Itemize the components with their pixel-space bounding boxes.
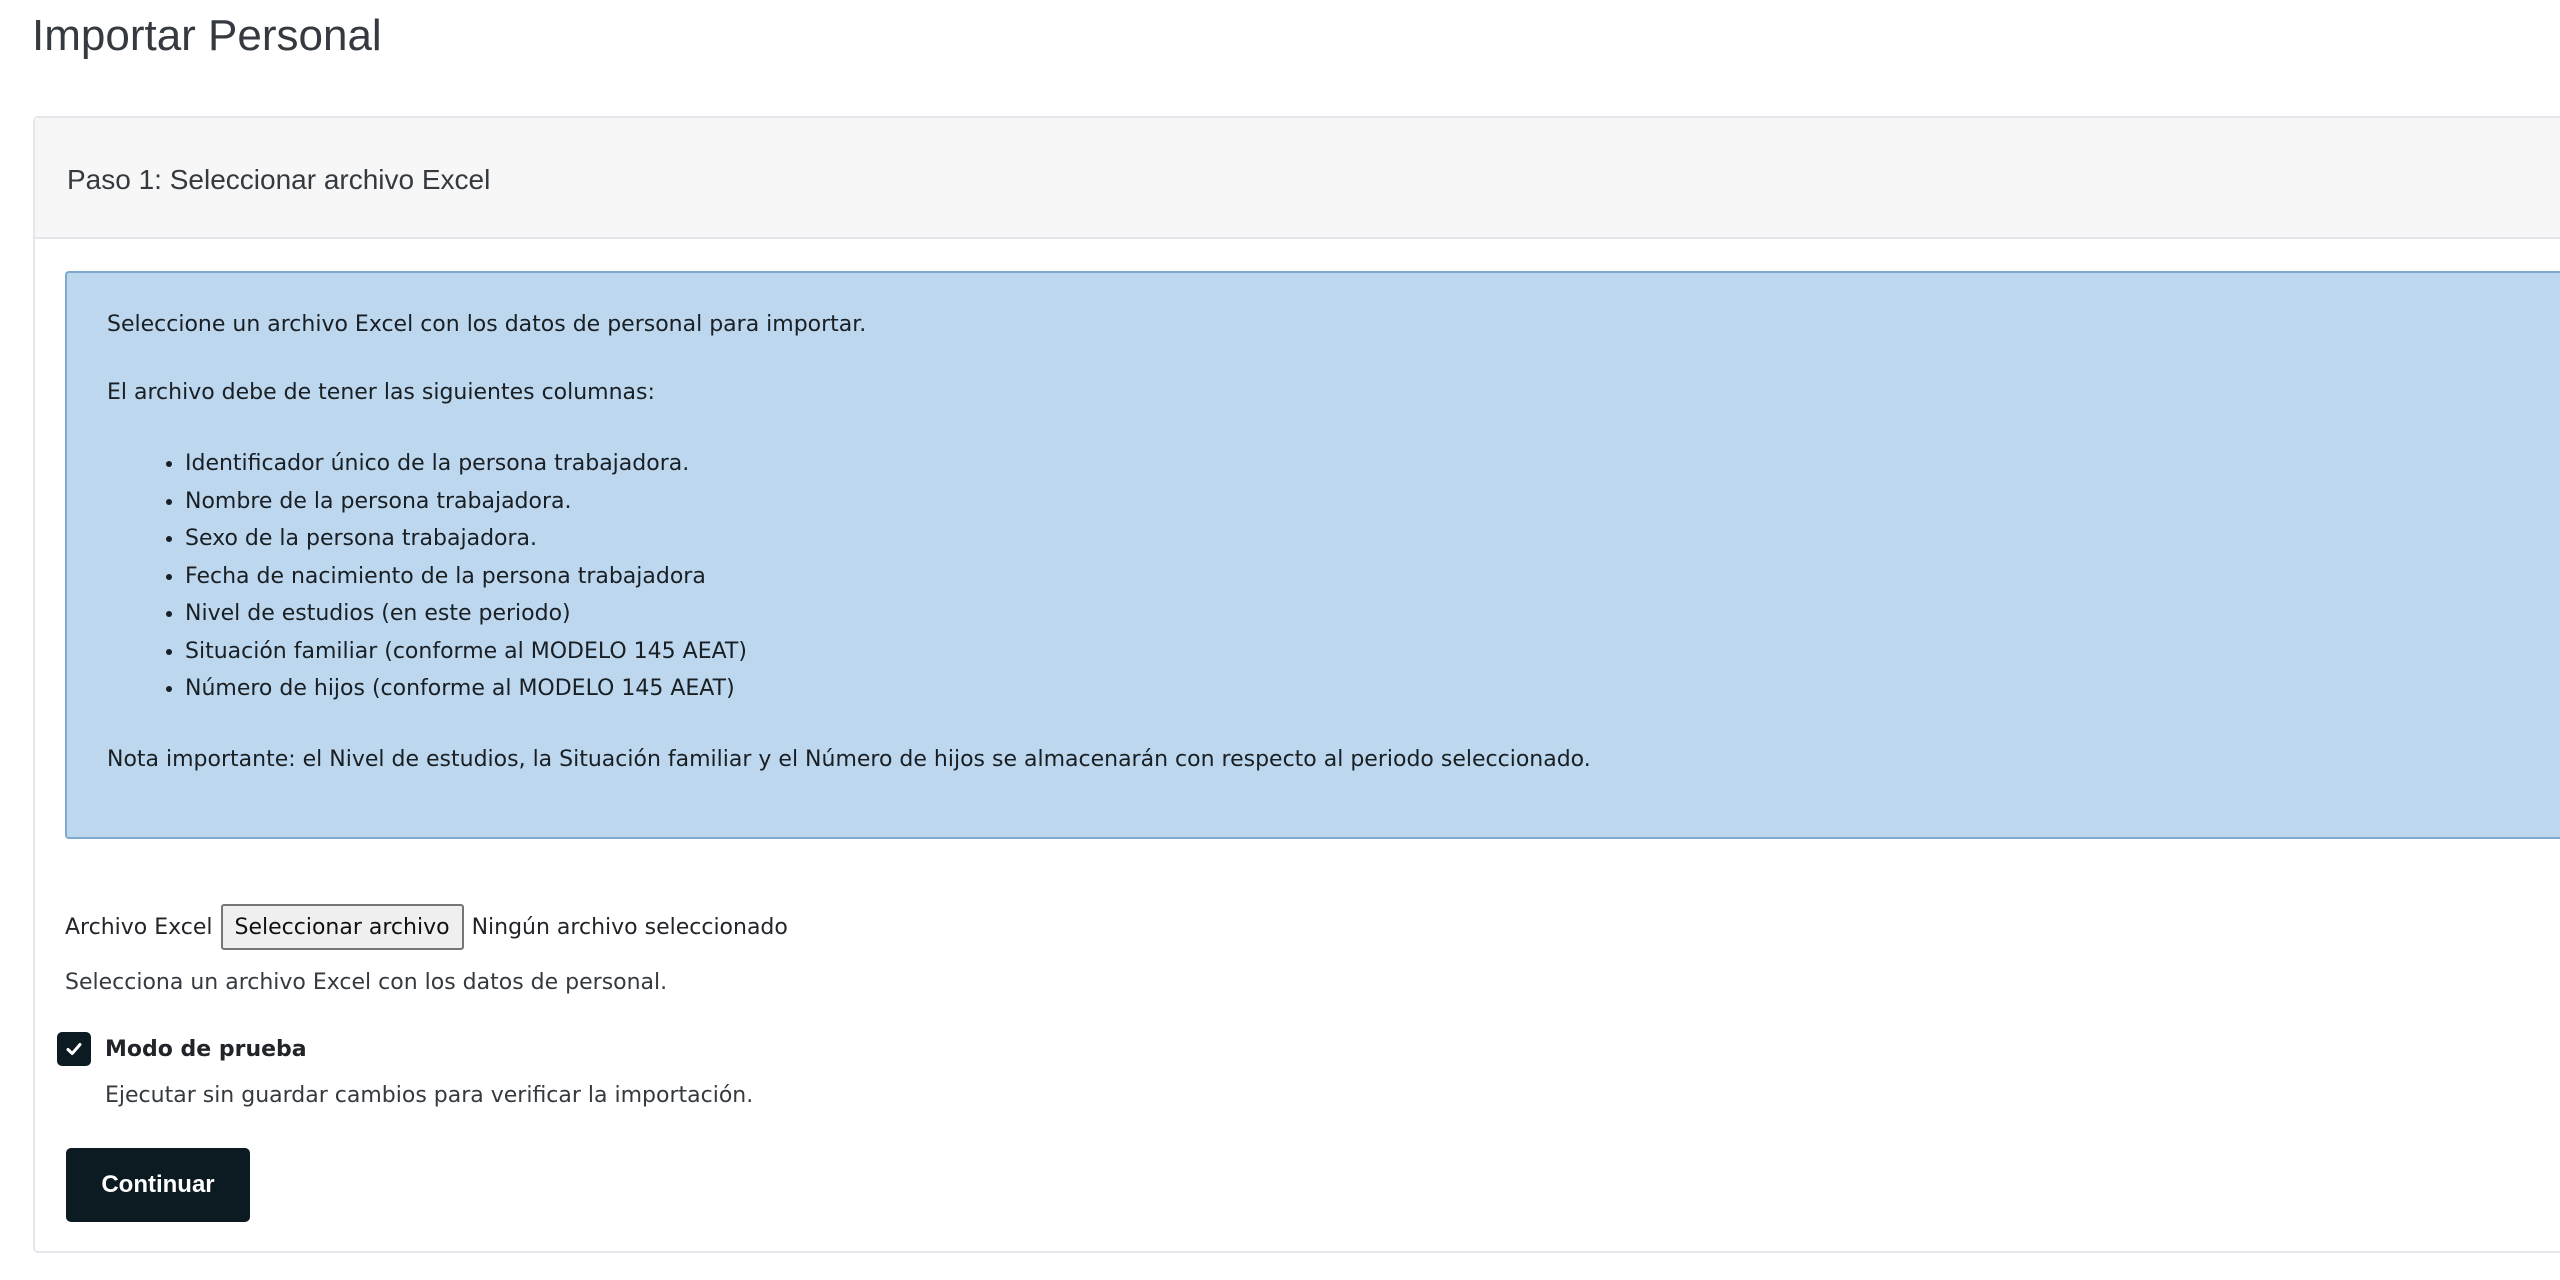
list-item: Número de hijos (conforme al MODELO 145 … (185, 670, 2560, 708)
file-input-label: Archivo Excel (65, 914, 213, 940)
test-mode-help: Ejecutar sin guardar cambios para verifi… (105, 1083, 754, 1108)
alert-intro: Seleccione un archivo Excel con los dato… (107, 312, 867, 337)
import-card: Paso 1: Seleccionar archivo Excel Selecc… (33, 116, 2560, 1253)
list-item: Nivel de estudios (en este periodo) (185, 595, 2560, 633)
required-columns-list: Identificador único de la persona trabaj… (107, 445, 2560, 708)
file-help-text: Selecciona un archivo Excel con los dato… (65, 970, 668, 995)
select-file-button[interactable]: Seleccionar archivo (220, 904, 464, 950)
list-item: Sexo de la persona trabajadora. (185, 520, 2560, 558)
check-icon (66, 1043, 82, 1055)
test-mode-checkbox[interactable] (57, 1032, 91, 1066)
step-title: Paso 1: Seleccionar archivo Excel (67, 163, 491, 195)
list-item: Fecha de nacimiento de la persona trabaj… (185, 558, 2560, 596)
info-alert: Seleccione un archivo Excel con los dato… (65, 271, 2560, 839)
test-mode-row: Modo de prueba (57, 1032, 307, 1066)
file-status-text: Ningún archivo seleccionado (471, 914, 788, 940)
card-header: Paso 1: Seleccionar archivo Excel (35, 118, 2560, 239)
list-item: Nombre de la persona trabajadora. (185, 483, 2560, 521)
test-mode-label: Modo de prueba (105, 1036, 307, 1062)
continue-button[interactable]: Continuar (66, 1148, 250, 1222)
file-input-row: Archivo Excel Seleccionar archivo Ningún… (65, 904, 788, 950)
page-title: Importar Personal (32, 11, 382, 60)
list-item: Identificador único de la persona trabaj… (185, 445, 2560, 483)
alert-columns-title: El archivo debe de tener las siguientes … (107, 380, 655, 405)
list-item: Situación familiar (conforme al MODELO 1… (185, 633, 2560, 671)
alert-note: Nota importante: el Nivel de estudios, l… (107, 746, 1591, 772)
